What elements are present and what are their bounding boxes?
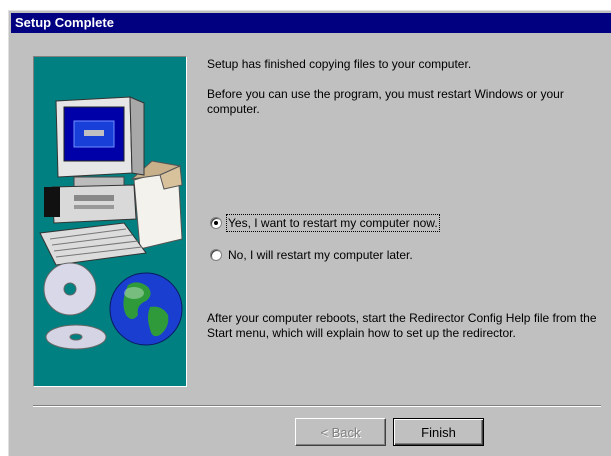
cd-icon: [43, 262, 107, 350]
restart-later-label: No, I will restart my computer later.: [228, 248, 413, 262]
finish-button[interactable]: Finish: [393, 418, 484, 446]
reboot-instructions-text: After your computer reboots, start the R…: [207, 311, 597, 340]
button-separator: [33, 405, 601, 407]
restart-now-option[interactable]: Yes, I want to restart my computer now.: [210, 214, 440, 232]
copy-complete-text: Setup has finished copying files to your…: [207, 57, 472, 71]
dialog-title: Setup Complete: [15, 15, 114, 30]
setup-complete-dialog: Setup Complete Setup has finished copyin…: [8, 10, 611, 456]
restart-now-label: Yes, I want to restart my computer now.: [226, 214, 440, 232]
monitor-icon: [55, 96, 145, 188]
setup-illustration: [33, 56, 187, 387]
restart-now-radio[interactable]: [210, 217, 222, 229]
restart-required-text: Before you can use the program, you must…: [207, 87, 564, 116]
back-button[interactable]: < Back: [295, 418, 386, 446]
illustration-svg: [39, 96, 183, 350]
restart-later-radio[interactable]: [210, 249, 222, 261]
restart-later-option[interactable]: No, I will restart my computer later.: [210, 248, 413, 262]
computer-icon: [44, 184, 137, 224]
globe-icon: [109, 272, 183, 346]
dialog-title-bar[interactable]: Setup Complete: [11, 13, 611, 33]
keyboard-icon: [39, 222, 147, 266]
